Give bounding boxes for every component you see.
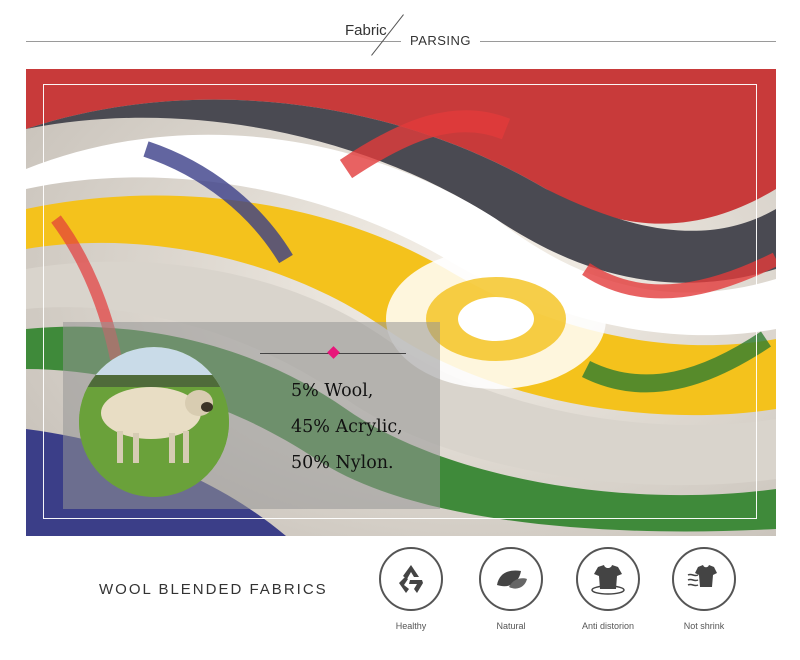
feature-healthy: Healthy (366, 547, 456, 631)
recycle-icon (379, 547, 443, 611)
feature-anti-distortion: Anti distorion (563, 547, 653, 631)
feature-natural: Natural (466, 547, 556, 631)
header-fabric: Fabric (345, 22, 387, 39)
section-title: WOOL BLENDED FABRICS (99, 581, 328, 598)
header-divider-right (480, 41, 776, 42)
header-parsing: PARSING (410, 33, 472, 48)
composition-acrylic: 45% Acrylic, (291, 417, 403, 437)
feature-label: Anti distorion (581, 621, 635, 631)
header-divider-left (26, 41, 401, 42)
feature-label: Healthy (395, 621, 427, 631)
composition-wool: 5% Wool, (291, 381, 374, 401)
tshirt-wash-icon (672, 547, 736, 611)
composition-nylon: 50% Nylon. (291, 453, 394, 473)
sheep-photo (79, 347, 229, 497)
feature-label: Not shrink (683, 621, 725, 631)
feature-not-shrink: Not shrink (659, 547, 749, 631)
tshirt-icon (576, 547, 640, 611)
leaf-icon (479, 547, 543, 611)
feature-label: Natural (496, 621, 526, 631)
